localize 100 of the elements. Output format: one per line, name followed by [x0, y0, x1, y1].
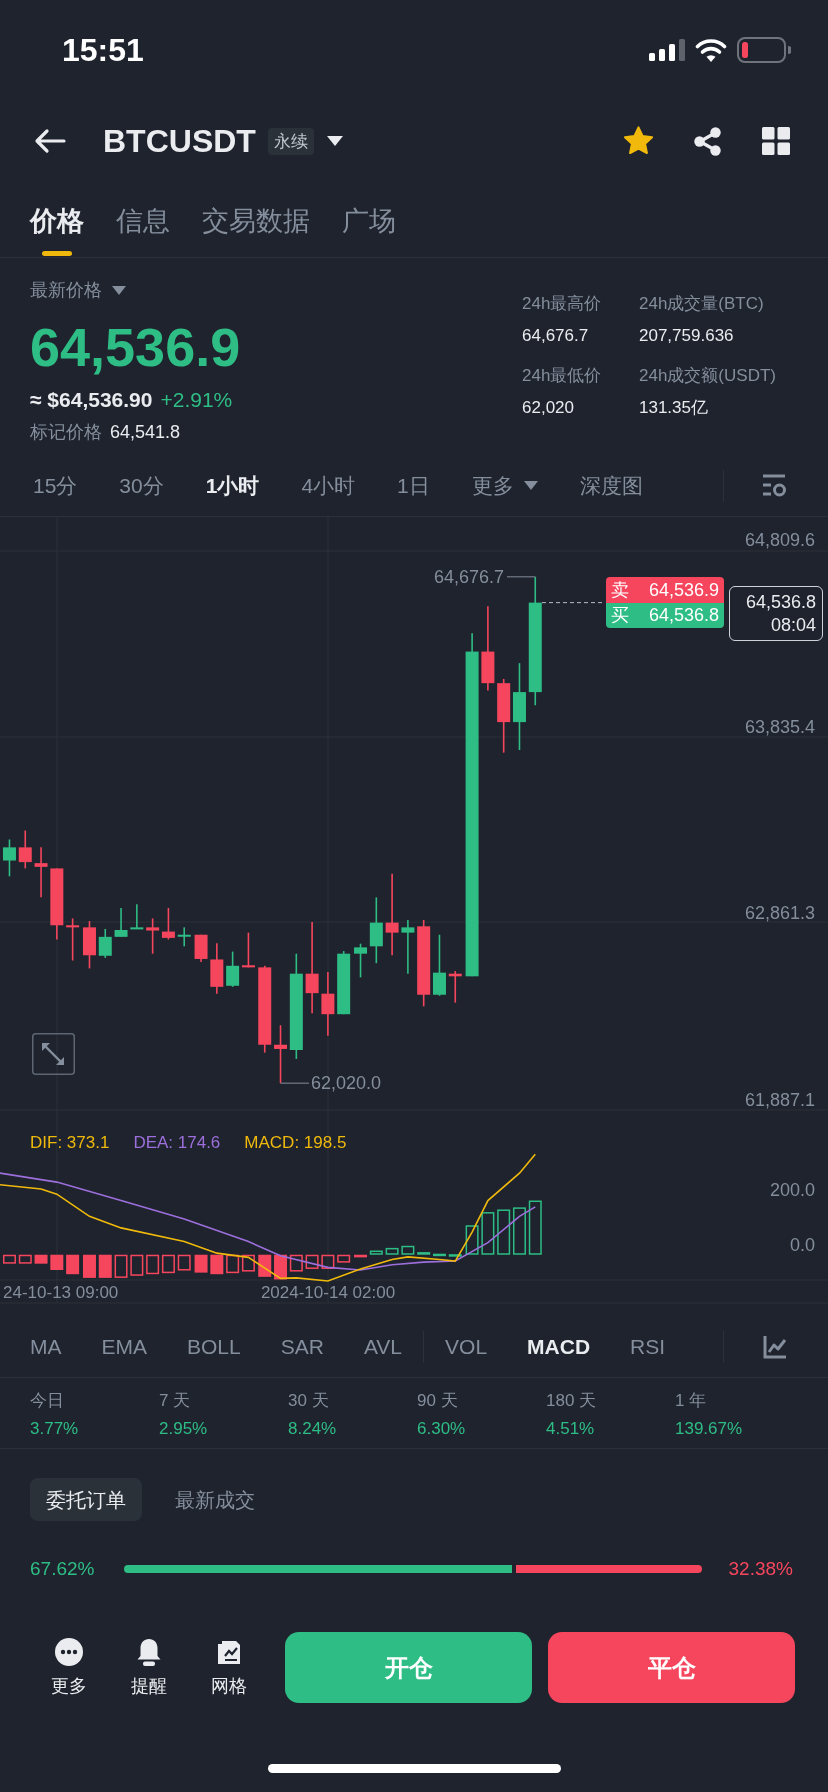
toolbar-action[interactable]: 更多	[39, 1637, 99, 1698]
order-book-tab[interactable]: 最新成交	[159, 1478, 271, 1521]
price-change: +2.91%	[160, 387, 233, 413]
candlestick	[226, 950, 240, 988]
candlestick	[161, 907, 175, 941]
share-icon[interactable]	[694, 126, 722, 156]
return-value: 4.51%	[546, 1418, 595, 1440]
candlestick	[98, 928, 112, 959]
order-book-tab[interactable]: 委托订单	[30, 1478, 142, 1521]
candlestick	[448, 970, 462, 1004]
indicator-tab[interactable]: SAR	[280, 1333, 324, 1361]
histogram-bar	[18, 1254, 32, 1264]
depth-chart-tab[interactable]: 深度图	[579, 471, 643, 500]
indicator-tab[interactable]: EMA	[101, 1333, 147, 1361]
indicator-tab[interactable]: VOL	[445, 1333, 488, 1361]
candlestick	[210, 942, 224, 995]
caret-down-icon[interactable]	[326, 136, 343, 146]
symbol-title[interactable]: BTCUSDT	[103, 125, 256, 157]
histogram-bar	[177, 1254, 191, 1271]
candlestick	[2, 838, 16, 878]
candlestick	[401, 919, 415, 975]
time-axis-label: 2024-10-14 02:00	[260, 1282, 396, 1304]
stat-value: 131.35亿	[639, 397, 708, 419]
stat-value: 64,676.7	[522, 325, 589, 347]
histogram-bar	[337, 1254, 351, 1263]
sell-ratio-label: 32.38%	[727, 1557, 793, 1581]
histogram-bar	[34, 1254, 48, 1264]
indicator-tab[interactable]: RSI	[630, 1333, 666, 1361]
candlestick	[432, 933, 446, 997]
histogram-bar	[465, 1225, 479, 1255]
histogram-bar	[114, 1254, 128, 1278]
ask-side-label: 卖	[611, 578, 629, 602]
interval-tab[interactable]: 30分	[119, 471, 164, 500]
candlestick	[241, 931, 255, 969]
indicator-tab[interactable]: MACD	[527, 1333, 591, 1361]
section-tab[interactable]: 交易数据	[202, 182, 310, 257]
caret-down-icon	[112, 285, 126, 295]
section-tab[interactable]: 信息	[116, 182, 170, 257]
toolbar-action[interactable]: 提醒	[119, 1637, 179, 1698]
back-arrow-icon[interactable]	[34, 128, 66, 154]
ask-price: 64,536.9	[648, 578, 719, 602]
section-tab[interactable]: 广场	[342, 182, 396, 257]
countdown-timer: 08:04	[770, 613, 816, 637]
candlestick	[82, 920, 96, 970]
stat-label: 24h最高价	[522, 293, 602, 315]
return-value: 139.67%	[675, 1418, 743, 1440]
usd-value: ≈ $64,536.90	[30, 387, 153, 413]
price-axis-label: 63,835.4	[744, 715, 815, 739]
open-position-button[interactable]: 开仓	[285, 1632, 532, 1703]
histogram-bar	[98, 1254, 112, 1278]
candlestick	[321, 971, 335, 1037]
interval-tab[interactable]: 15分	[33, 471, 78, 500]
macd-axis-label: 200.0	[769, 1179, 815, 1202]
candlestick	[130, 903, 144, 930]
indicator-legend: DEA: 174.6	[133, 1131, 221, 1155]
interval-tab[interactable]: 1日	[397, 471, 430, 500]
period-label: 30 天	[288, 1390, 329, 1412]
period-label: 1 年	[675, 1390, 707, 1412]
interval-tab[interactable]: 4小时	[301, 471, 356, 500]
settings-icon[interactable]	[761, 472, 787, 499]
return-value: 3.77%	[30, 1418, 79, 1440]
histogram-bar	[226, 1254, 240, 1274]
indicator-tab[interactable]: BOLL	[187, 1333, 241, 1361]
period-label: 今日	[30, 1390, 64, 1412]
histogram-bar	[146, 1254, 160, 1275]
histogram-bar	[448, 1254, 462, 1257]
chart-line-icon[interactable]	[763, 1335, 787, 1359]
more-intervals-dropdown[interactable]: 更多	[471, 471, 538, 500]
interval-tab[interactable]: 1小时	[205, 471, 260, 500]
histogram-bar	[258, 1254, 272, 1277]
stat-label: 24h成交量(BTC)	[639, 293, 764, 315]
indicator-legend: MACD: 198.5	[244, 1131, 347, 1155]
return-value: 2.95%	[159, 1418, 208, 1440]
histogram-bar	[161, 1254, 175, 1274]
price-type-dropdown[interactable]: 最新价格	[30, 278, 126, 302]
section-tab[interactable]: 价格	[30, 182, 84, 257]
last-price-value: 64,536.8	[745, 590, 816, 614]
toolbar-action[interactable]: 网格	[199, 1637, 259, 1698]
grid-layout-icon[interactable]	[762, 127, 790, 155]
bid-side-label: 买	[611, 604, 629, 627]
battery-icon	[737, 37, 791, 63]
return-value: 8.24%	[288, 1418, 337, 1440]
high-price-label: 64,676.7	[433, 566, 504, 589]
stat-label: 24h最低价	[522, 365, 602, 387]
indicator-tab[interactable]: MA	[30, 1333, 62, 1361]
indicator-tab[interactable]: AVL	[363, 1333, 403, 1361]
star-icon[interactable]	[623, 126, 654, 156]
wifi-icon	[695, 38, 727, 62]
histogram-bar	[385, 1247, 399, 1255]
close-position-button[interactable]: 平仓	[548, 1632, 795, 1703]
price-axis-label: 62,861.3	[744, 902, 815, 926]
stat-value: 207,759.636	[639, 325, 734, 347]
candlestick	[18, 829, 32, 870]
candlestick	[337, 950, 351, 1015]
stat-value: 62,020	[522, 397, 574, 419]
histogram-bar	[321, 1254, 335, 1269]
candlestick	[34, 846, 48, 899]
histogram-bar	[528, 1200, 542, 1255]
histogram-bar	[481, 1212, 495, 1255]
expand-icon[interactable]	[32, 1033, 75, 1075]
